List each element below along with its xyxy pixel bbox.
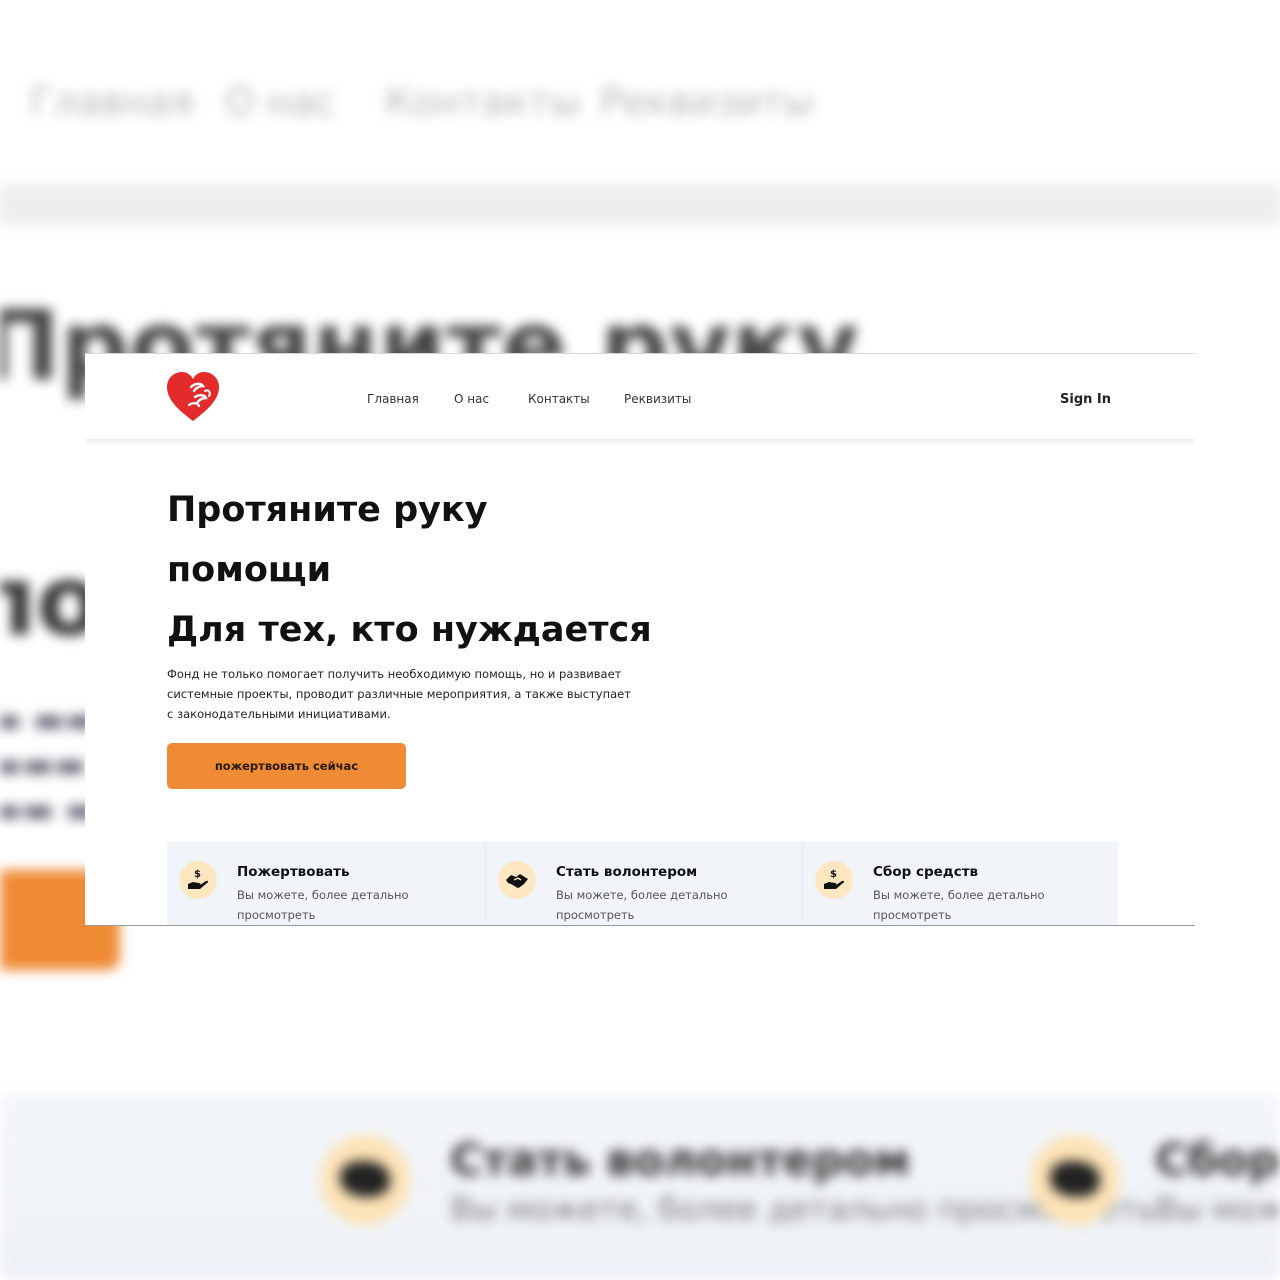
feature-card-volunteer[interactable]: Стать волонтером Вы можете, более деталь…: [485, 842, 803, 925]
hero-description: Фонд не только помогает получить необход…: [167, 667, 631, 721]
donate-now-button[interactable]: пожертвовать сейчас: [167, 743, 406, 789]
heart-hands-logo-icon[interactable]: [165, 369, 221, 425]
hero-title: Протяните руку помощи Для тех, кто нужда…: [167, 480, 652, 660]
backdrop-feature-title: Стать волонтером: [450, 1135, 911, 1186]
backdrop-text: ▬▬ ▬: [0, 790, 98, 830]
backdrop-nav-item: Контакты: [385, 80, 581, 124]
features-strip: $ Пожертвовать Вы можете, более детально…: [167, 842, 1120, 925]
hero-title-line: помощи: [167, 550, 332, 590]
backdrop-handshake-icon: [320, 1135, 410, 1225]
nav-item-contacts[interactable]: Контакты: [528, 392, 590, 406]
feature-title: Сбор средств: [873, 864, 979, 880]
backdrop-features: Стать волонтером Вы можете, более деталь…: [0, 1095, 1280, 1280]
backdrop-nav-item: Главная: [30, 80, 195, 124]
page-screenshot: Главная О нас Контакты Реквизиты Sign In…: [85, 353, 1195, 926]
nav-item-requisites[interactable]: Реквизиты: [624, 392, 691, 406]
hand-dollar-icon: $: [179, 861, 217, 899]
backdrop-nav-item: Реквизиты: [600, 80, 814, 124]
hand-dollar-icon: $: [815, 861, 853, 899]
backdrop-nav-item: О нас: [225, 80, 337, 124]
svg-text:$: $: [194, 869, 201, 880]
feature-card-donate[interactable]: $ Пожертвовать Вы можете, более детально…: [167, 842, 484, 925]
backdrop-feature-title: Сбор средств: [1155, 1135, 1280, 1186]
backdrop-nav: Главная О нас Контакты Реквизиты: [0, 80, 1280, 140]
feature-text: Вы можете, более детально просмотреть: [556, 888, 728, 922]
feature-title: Стать волонтером: [556, 864, 698, 880]
feature-text: Вы можете, более детально просмотреть: [873, 888, 1045, 922]
backdrop-feature-text: Вы можете, более детально просмотреть: [1155, 1190, 1280, 1228]
nav-item-home[interactable]: Главная: [367, 392, 419, 406]
handshake-icon: [498, 861, 536, 899]
hero-title-line: Для тех, кто нуждается: [167, 610, 652, 650]
backdrop-band: [0, 185, 1280, 225]
backdrop-hand-dollar-icon: [1030, 1135, 1120, 1225]
feature-card-fundraising[interactable]: $ Сбор средств Вы можете, более детально…: [802, 842, 1120, 925]
feature-title: Пожертвовать: [237, 864, 350, 880]
nav-item-about[interactable]: О нас: [454, 392, 489, 406]
sign-in-link[interactable]: Sign In: [1060, 392, 1111, 407]
feature-text: Вы можете, более детально просмотреть: [237, 888, 409, 922]
hero-title-line: Протяните руку: [167, 490, 488, 530]
svg-text:$: $: [830, 869, 837, 880]
navbar: Главная О нас Контакты Реквизиты Sign In: [85, 354, 1195, 439]
